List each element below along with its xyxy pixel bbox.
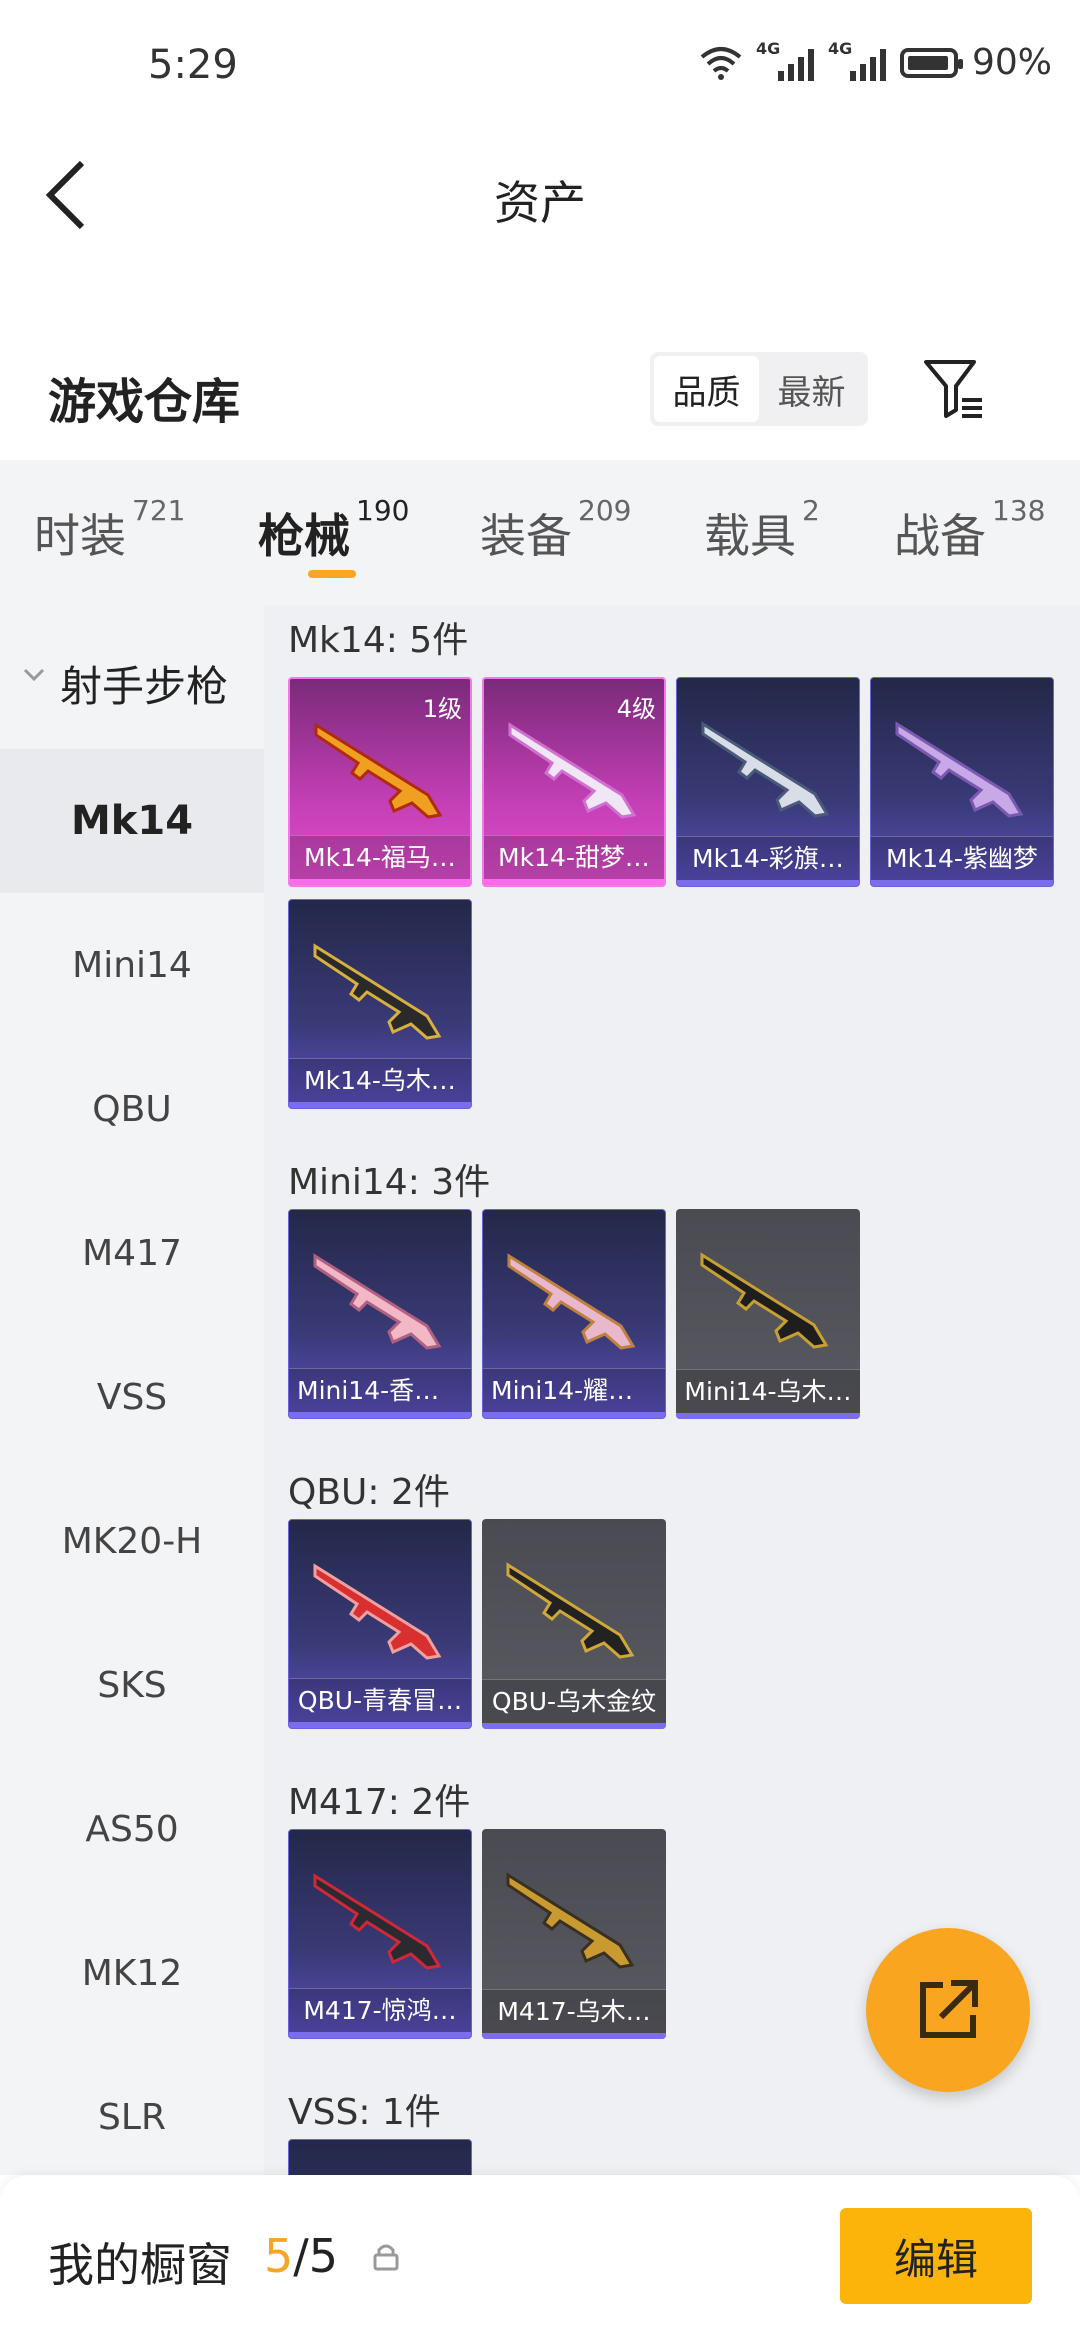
cell-signal-icon-1: 4G	[756, 39, 814, 81]
battery-icon	[899, 47, 963, 78]
rifle-icon	[313, 943, 442, 1040]
skin-name: Mini14-乌木…	[676, 1369, 860, 1413]
rarity-bar	[871, 880, 1053, 886]
sidebar-item-m417[interactable]: M417	[0, 1181, 264, 1325]
rarity-bar	[676, 1413, 860, 1419]
skin-name: Mk14-紫幽梦	[871, 836, 1053, 880]
skin-name: M417-乌木…	[482, 1989, 666, 2033]
rifle-icon	[895, 721, 1024, 818]
skin-name: Mk14-福马…	[290, 835, 470, 879]
rarity-bar	[289, 1412, 471, 1418]
rarity-bar	[289, 2032, 471, 2038]
page-title: 资产	[494, 176, 586, 230]
skin-card[interactable]: M417-惊鸿…	[288, 1829, 472, 2039]
skin-name: Mk14-彩旗…	[677, 836, 859, 880]
rarity-bar	[290, 879, 470, 885]
rifle-icon	[313, 1563, 442, 1660]
rifle-icon	[506, 1872, 635, 1969]
chevron-down-icon	[23, 668, 45, 682]
section-title-mk14: Mk14: 5件	[288, 620, 469, 661]
rarity-bar	[677, 880, 859, 886]
status-time: 5:29	[148, 42, 238, 88]
tab-equipment[interactable]: 装备 209	[480, 494, 631, 566]
section-title-m417: M417: 2件	[288, 1782, 471, 1823]
sort-newest-button[interactable]: 最新	[759, 356, 864, 422]
sidebar-group-marksman[interactable]: 射手步枪	[0, 605, 264, 749]
battery-percent: 90%	[971, 42, 1052, 83]
tab-active-indicator	[308, 570, 356, 578]
sidebar-item-slr[interactable]: SLR	[0, 2045, 264, 2175]
skin-name: QBU-青春冒…	[289, 1678, 471, 1722]
skin-card[interactable]: QBU-青春冒…	[288, 1519, 472, 1729]
skin-card[interactable]: Mini14-耀粉…	[482, 1209, 666, 1419]
tab-fashion[interactable]: 时装 721	[34, 494, 185, 566]
rarity-bar	[482, 2033, 666, 2039]
sidebar-item-mk12[interactable]: MK12	[0, 1901, 264, 2045]
skin-level: 1级	[422, 695, 462, 723]
sort-quality-button[interactable]: 品质	[654, 356, 759, 422]
rifle-icon	[507, 1253, 636, 1350]
status-icons: 4G 4G 90%	[700, 39, 1052, 83]
skin-name: Mk14-乌木…	[289, 1058, 471, 1102]
section-title-vss: VSS: 1件	[288, 2092, 441, 2133]
rifle-icon	[700, 1252, 829, 1349]
skin-card[interactable]: Mk14-紫幽梦	[870, 677, 1054, 887]
skin-card[interactable]: Mini14-香桃…	[288, 1209, 472, 1419]
skin-card-partial[interactable]	[288, 2139, 472, 2175]
lock-icon	[373, 2244, 399, 2271]
section-title-mini14: Mini14: 3件	[288, 1162, 491, 1203]
sidebar-item-mk20h[interactable]: MK20-H	[0, 1469, 264, 1613]
rifle-icon	[313, 1253, 442, 1350]
rifle-icon	[701, 721, 830, 818]
skin-card[interactable]: Mini14-乌木…	[676, 1209, 860, 1419]
rarity-bar	[482, 1723, 666, 1729]
rarity-bar	[484, 879, 664, 885]
rarity-bar	[289, 1102, 471, 1108]
skin-card[interactable]: Mk14-彩旗…	[676, 677, 860, 887]
skin-name: M417-惊鸿…	[289, 1988, 471, 2032]
skin-card[interactable]: 4级 Mk14-甜梦…	[482, 677, 666, 887]
sidebar-item-mk14[interactable]: Mk14	[0, 749, 264, 893]
filter-icon[interactable]	[920, 354, 990, 424]
skin-name: Mini14-香桃…	[289, 1368, 471, 1412]
wifi-icon	[700, 46, 742, 80]
sidebar-group-label: 射手步枪	[60, 662, 229, 711]
category-tabs: 时装 721 枪械 190 装备 209 载具 2 战备 138	[0, 460, 1080, 605]
sidebar-item-vss[interactable]: VSS	[0, 1325, 264, 1469]
section-title-qbu: QBU: 2件	[288, 1472, 450, 1513]
warehouse-header: 游戏仓库 品质 最新	[0, 340, 1080, 460]
top-nav: 资产	[0, 135, 1080, 255]
sidebar-item-as50[interactable]: AS50	[0, 1757, 264, 1901]
tab-supplies[interactable]: 战备 138	[894, 494, 1045, 566]
tab-guns[interactable]: 枪械 190	[258, 494, 409, 566]
edit-button[interactable]: 编辑	[840, 2208, 1032, 2304]
skin-card[interactable]: M417-乌木…	[482, 1829, 666, 2039]
showcase-bar: 我的橱窗 5/5 编辑	[0, 2175, 1080, 2340]
status-bar: 5:29 4G 4G 90%	[0, 0, 1080, 135]
external-link-icon	[920, 1980, 978, 2038]
skin-name: Mk14-甜梦…	[484, 835, 664, 879]
sidebar-item-qbu[interactable]: QBU	[0, 1037, 264, 1181]
rifle-icon	[313, 1873, 442, 1970]
sidebar-item-sks[interactable]: SKS	[0, 1613, 264, 1757]
rifle-icon	[506, 1562, 635, 1659]
showcase-title: 我的橱窗	[48, 2238, 232, 2292]
skin-card[interactable]: 1级 Mk14-福马…	[288, 677, 472, 887]
skin-level: 4级	[616, 695, 656, 723]
warehouse-title: 游戏仓库	[48, 374, 241, 430]
skin-name: QBU-乌木金纹	[482, 1679, 666, 1723]
skin-card[interactable]: Mk14-乌木…	[288, 899, 472, 1109]
sidebar-item-mini14[interactable]: Mini14	[0, 893, 264, 1037]
skin-name: Mini14-耀粉…	[483, 1368, 665, 1412]
showcase-count: 5/5	[264, 2229, 339, 2283]
rarity-bar	[289, 1722, 471, 1728]
tab-vehicles[interactable]: 载具 2	[704, 494, 820, 566]
cell-signal-icon-2: 4G	[828, 39, 886, 81]
weapon-sidebar: 射手步枪 Mk14 Mini14 QBU M417 VSS MK20-H SKS…	[0, 605, 264, 2175]
rarity-bar	[483, 1412, 665, 1418]
skin-card[interactable]: QBU-乌木金纹	[482, 1519, 666, 1729]
share-fab-button[interactable]	[866, 1928, 1030, 2092]
sort-toggle: 品质 最新	[650, 352, 868, 426]
